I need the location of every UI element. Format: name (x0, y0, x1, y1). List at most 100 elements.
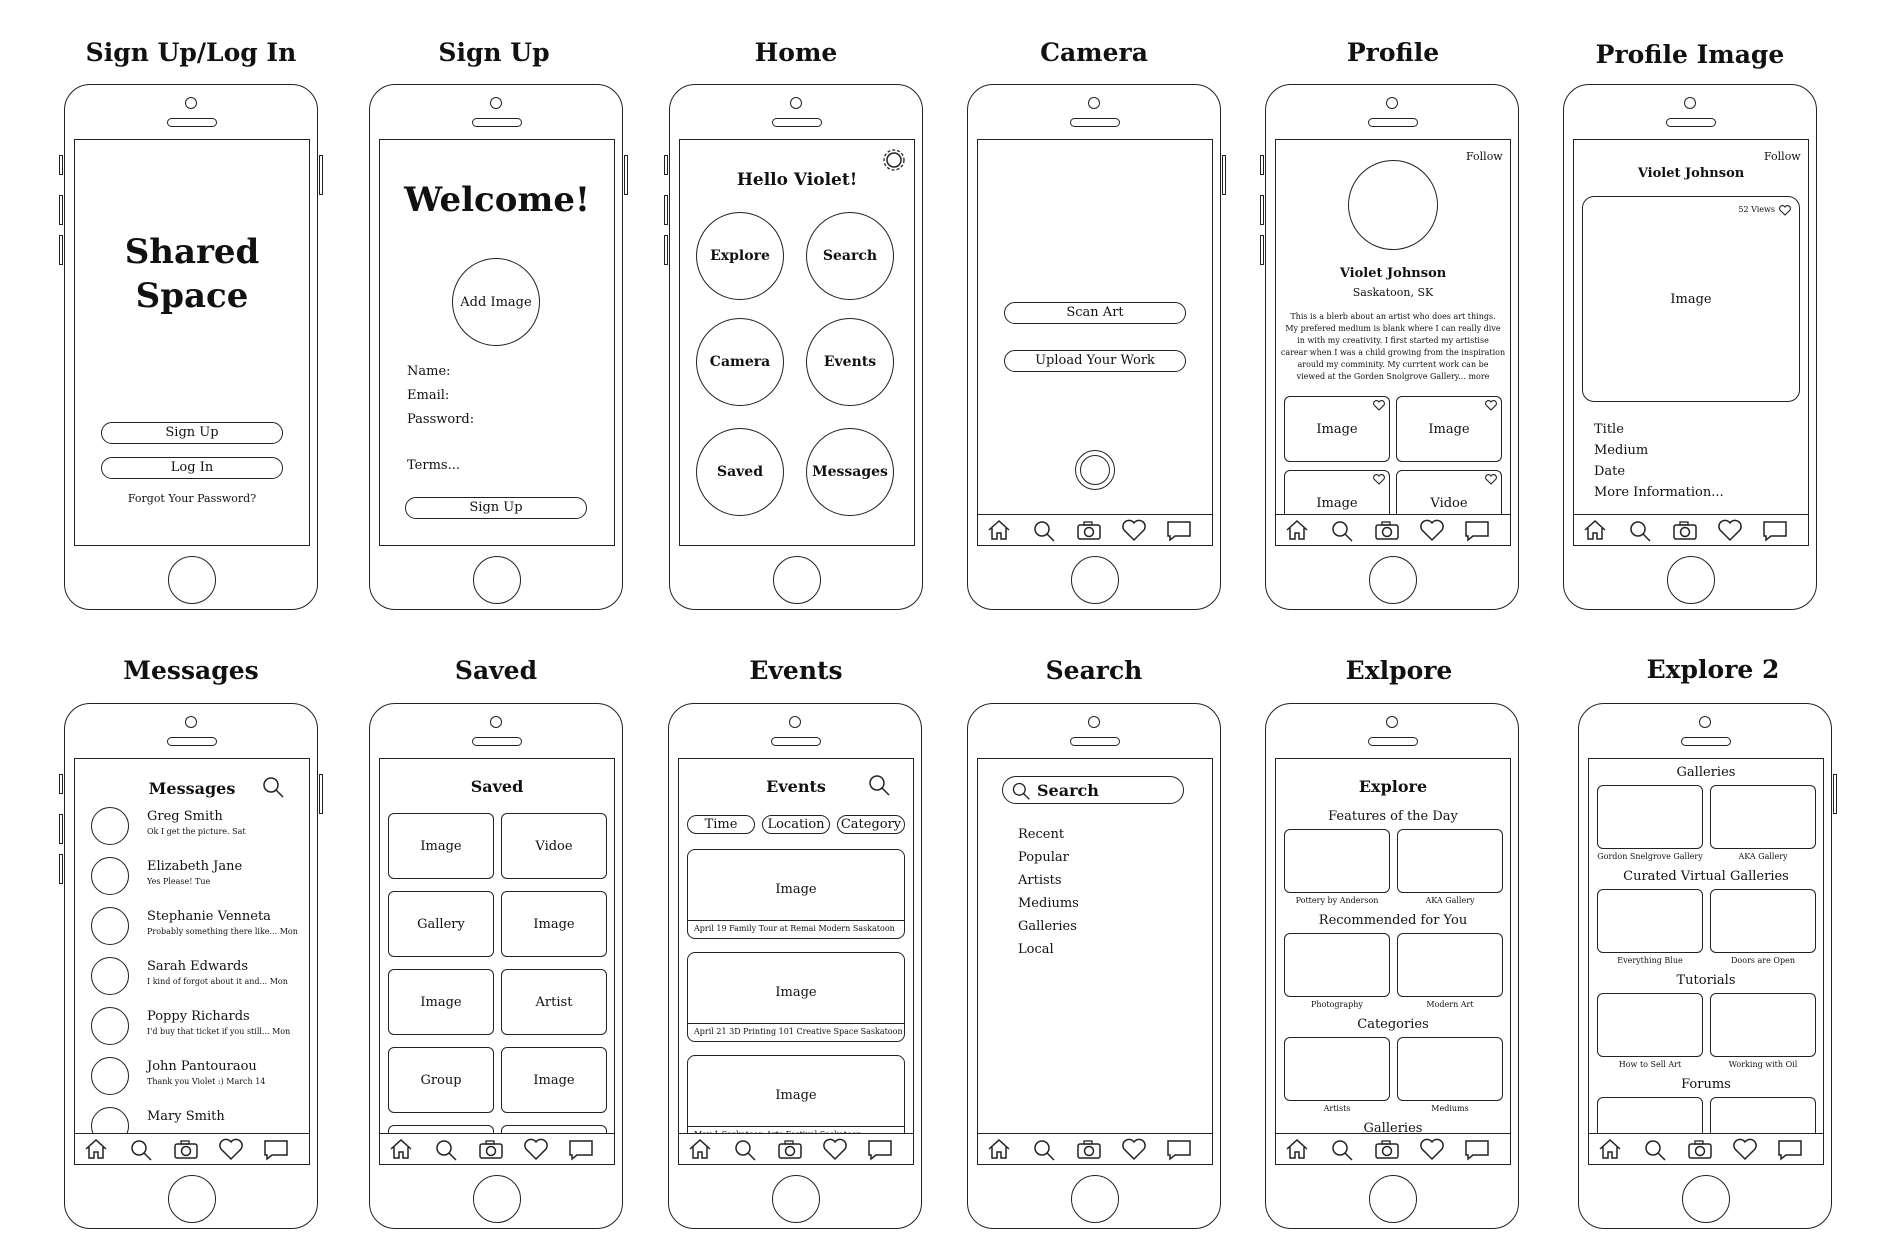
saved-tile[interactable]: Artist (501, 969, 607, 1035)
nav-chat-icon[interactable] (1777, 1137, 1803, 1161)
search-button[interactable]: Search (806, 212, 894, 300)
explore-tile[interactable] (1710, 785, 1816, 849)
signup-button[interactable]: Sign Up (101, 422, 283, 444)
search-option[interactable]: Galleries (1018, 919, 1077, 934)
nav-camera-icon[interactable] (1076, 518, 1102, 542)
nav-search-icon[interactable] (433, 1137, 459, 1161)
nav-camera-icon[interactable] (1687, 1137, 1713, 1161)
explore-button[interactable]: Explore (696, 212, 784, 300)
nav-heart-icon[interactable] (1419, 1137, 1445, 1161)
nav-camera-icon[interactable] (777, 1137, 803, 1161)
nav-chat-icon[interactable] (867, 1137, 893, 1161)
nav-chat-icon[interactable] (263, 1137, 289, 1161)
profile-tile[interactable]: Image (1284, 396, 1390, 462)
message-row[interactable]: Poppy Richards I'd buy that ticket if you… (75, 1007, 309, 1053)
saved-button[interactable]: Saved (696, 428, 784, 516)
nav-heart-icon[interactable] (1732, 1137, 1758, 1161)
search-icon[interactable] (867, 773, 891, 797)
nav-home-icon[interactable] (1582, 518, 1608, 542)
explore-tile[interactable] (1284, 1037, 1390, 1101)
message-row[interactable]: Stephanie Venneta Probably something ther… (75, 907, 309, 953)
upload-work-button[interactable]: Upload Your Work (1004, 350, 1186, 372)
saved-tile[interactable]: Image (501, 891, 607, 957)
follow-button[interactable]: Follow (1466, 150, 1503, 163)
nav-home-icon[interactable] (1284, 518, 1310, 542)
nav-search-icon[interactable] (1329, 1137, 1355, 1161)
nav-home-icon[interactable] (986, 1137, 1012, 1161)
nav-camera-icon[interactable] (1374, 518, 1400, 542)
message-row[interactable]: Greg Smith Ok I get the picture. Sat (75, 807, 309, 853)
explore-tile[interactable] (1597, 889, 1703, 953)
name-field[interactable]: Name: (407, 364, 451, 379)
bio-line[interactable]: viewed at the Gorden Snolgrove Gallery..… (1276, 372, 1510, 381)
nav-search-icon[interactable] (128, 1137, 154, 1161)
heart-icon[interactable] (1485, 400, 1497, 411)
scan-art-button[interactable]: Scan Art (1004, 302, 1186, 324)
search-icon[interactable] (261, 775, 285, 799)
events-button[interactable]: Events (806, 318, 894, 406)
artwork-image[interactable]: Image 52 Views (1582, 196, 1800, 402)
explore-tile[interactable] (1397, 933, 1503, 997)
camera-button[interactable]: Camera (696, 318, 784, 406)
nav-search-icon[interactable] (1627, 518, 1653, 542)
nav-chat-icon[interactable] (1464, 518, 1490, 542)
message-row[interactable]: Elizabeth Jane Yes Please! Tue (75, 857, 309, 903)
follow-button[interactable]: Follow (1764, 150, 1801, 163)
saved-tile[interactable]: Group (388, 1047, 494, 1113)
nav-home-icon[interactable] (1597, 1137, 1623, 1161)
message-row[interactable]: John Pantouraou Thank you Violet :) March… (75, 1057, 309, 1103)
nav-heart-icon[interactable] (1121, 518, 1147, 542)
nav-chat-icon[interactable] (1166, 518, 1192, 542)
explore-tile[interactable] (1397, 829, 1503, 893)
nav-chat-icon[interactable] (1464, 1137, 1490, 1161)
nav-heart-icon[interactable] (1717, 518, 1743, 542)
event-card[interactable]: ImageMay 1 Saskatoon Arts Festival Saska… (687, 1055, 905, 1145)
filter-category[interactable]: Category (837, 815, 905, 834)
password-field[interactable]: Password: (407, 412, 474, 427)
search-input[interactable]: Search (1002, 776, 1184, 804)
nav-search-icon[interactable] (1329, 518, 1355, 542)
nav-heart-icon[interactable] (1121, 1137, 1147, 1161)
message-row[interactable]: Sarah Edwards I kind of forgot about it a… (75, 957, 309, 1003)
nav-search-icon[interactable] (1031, 518, 1057, 542)
login-button[interactable]: Log In (101, 457, 283, 479)
nav-home-icon[interactable] (1284, 1137, 1310, 1161)
saved-tile[interactable]: Image (501, 1047, 607, 1113)
saved-tile[interactable]: Image (388, 813, 494, 879)
event-card[interactable]: Image April 21 3D Printing 101 Creative S… (687, 952, 905, 1042)
nav-home-icon[interactable] (687, 1137, 713, 1161)
saved-tile[interactable]: Image (388, 969, 494, 1035)
nav-heart-icon[interactable] (822, 1137, 848, 1161)
more-info-link[interactable]: More Information... (1594, 485, 1724, 500)
nav-search-icon[interactable] (1642, 1137, 1668, 1161)
filter-time[interactable]: Time (687, 815, 755, 834)
heart-icon[interactable] (1373, 474, 1385, 485)
nav-search-icon[interactable] (1031, 1137, 1057, 1161)
add-image-button[interactable]: Add Image (452, 258, 540, 346)
explore-tile[interactable] (1284, 933, 1390, 997)
search-option[interactable]: Popular (1018, 850, 1069, 865)
heart-icon[interactable] (1779, 205, 1791, 216)
nav-home-icon[interactable] (986, 518, 1012, 542)
nav-home-icon[interactable] (83, 1137, 109, 1161)
explore-tile[interactable] (1710, 993, 1816, 1057)
saved-tile[interactable]: Gallery (388, 891, 494, 957)
filter-location[interactable]: Location (762, 815, 830, 834)
explore-tile[interactable] (1710, 889, 1816, 953)
heart-icon[interactable] (1373, 400, 1385, 411)
event-card[interactable]: Image April 19 Family Tour at Remai Moder… (687, 849, 905, 939)
signup-submit-button[interactable]: Sign Up (405, 497, 587, 519)
nav-camera-icon[interactable] (1672, 518, 1698, 542)
nav-heart-icon[interactable] (218, 1137, 244, 1161)
explore-tile[interactable] (1397, 1037, 1503, 1101)
search-option[interactable]: Recent (1018, 827, 1064, 842)
nav-chat-icon[interactable] (568, 1137, 594, 1161)
forgot-password-link[interactable]: Forgot Your Password? (75, 492, 309, 505)
heart-icon[interactable] (1485, 474, 1497, 485)
nav-chat-icon[interactable] (1762, 518, 1788, 542)
shutter-button[interactable] (1075, 450, 1115, 490)
nav-camera-icon[interactable] (478, 1137, 504, 1161)
email-field[interactable]: Email: (407, 388, 449, 403)
terms-link[interactable]: Terms... (407, 458, 460, 473)
nav-chat-icon[interactable] (1166, 1137, 1192, 1161)
